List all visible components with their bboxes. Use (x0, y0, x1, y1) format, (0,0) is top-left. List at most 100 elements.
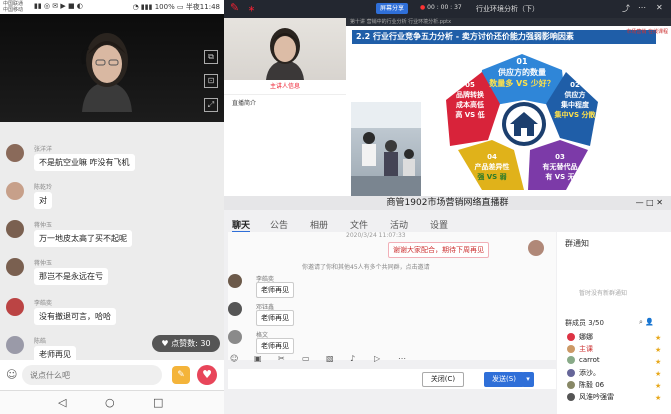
announcement-title: 群通知 (565, 239, 589, 248)
screenshot-icon[interactable]: ⊡ (204, 74, 218, 88)
member-item[interactable]: 添沙。 (567, 368, 600, 378)
chat-input-bar: ☺ ✎ ♥ (0, 360, 224, 390)
member-name: 主课 (579, 345, 593, 353)
teacher-image (81, 33, 132, 112)
invite-notice[interactable]: 你邀请了你和其他45人有多个共同群，点击邀请 (302, 262, 430, 271)
avatar (567, 345, 575, 353)
avatar (6, 298, 24, 316)
member-item[interactable]: 陈毅 06 (567, 380, 604, 390)
heart-icon: ♥ (161, 339, 172, 348)
clock: 半夜11:48 (185, 3, 220, 11)
home-icon[interactable]: ○ (105, 396, 115, 409)
member-star-icons: ★ ★ ★ ★ ★ ★ (655, 334, 662, 402)
message-bubble: 老师再见 (256, 338, 294, 354)
avatar (567, 381, 575, 389)
qq-group-title-bar: 商管1902市场营销网络直播群 — □ ✕ (224, 196, 671, 210)
force-label: 品牌转换 (456, 91, 484, 99)
avatar (6, 182, 24, 200)
close-button[interactable]: 关闭(C) (422, 372, 464, 387)
status-bar: 中国联通 中国移动 ▮▮ ◎ ✉ ▶ ■ ◐ ◔ ▮▮▮ 100% ▭ 半夜11… (0, 0, 224, 14)
member-name: carrot (579, 356, 600, 364)
force-05: 05 品牌转换 成本高低 高 VS 低 (444, 80, 496, 120)
video-icon[interactable]: ▷ (374, 354, 380, 363)
tab-album[interactable]: 相册 (310, 218, 328, 231)
heart-like-icon[interactable]: ♥ (197, 365, 217, 385)
image-icon[interactable]: ▧ (326, 354, 334, 363)
compose-area[interactable]: 关闭(C) 发送(S) ▾ (228, 369, 556, 389)
qq-group-window: 商管1902市场营销网络直播群 — □ ✕ 聊天 公告 相册 文件 活动 设置 … (224, 196, 671, 414)
recents-icon[interactable]: □ (153, 396, 163, 409)
member-item[interactable]: 风淮吟强雷 (567, 392, 614, 402)
window-controls-icon[interactable]: — □ ✕ (636, 196, 663, 210)
force-value: 强 VS 弱 (477, 173, 507, 181)
more-icon[interactable]: ⋯ (638, 3, 646, 12)
battery-level: 100% (154, 3, 175, 11)
carrier-labels: 中国联通 中国移动 (3, 1, 23, 13)
message-timestamp: 2020/3/24 11:07:33 (346, 232, 406, 239)
fullscreen-icon[interactable]: ⤢ (204, 98, 218, 112)
signal-icon: ▮▮ ◎ ✉ ▶ ■ ◐ (34, 2, 83, 10)
live-chat-list[interactable]: 张洋洋 不是航空业嘛 咋没有飞机 陈乾玲 对 蒋仲玉 万一地皮太高了买不起呢 蒋… (0, 122, 224, 360)
lecturer-sidebar: 主讲人信息 直播简介 (224, 18, 346, 196)
force-label: 供应方的数量 (498, 68, 546, 77)
phone-screen: 中国联通 中国移动 ▮▮ ◎ ✉ ▶ ■ ◐ ◔ ▮▮▮ 100% ▭ 半夜11… (0, 0, 224, 414)
desktop-screen: ✎ ＊ 屏幕分享 ● 00 : 00 : 37 行业环境分析（下） ⤴ ⋯ ✕ … (224, 0, 671, 414)
chat-input[interactable] (22, 365, 162, 385)
mic-icon[interactable]: ♪ (350, 354, 355, 363)
avatar (228, 274, 242, 288)
teacher-message: 谢谢大家配合，期待下周再见 (388, 242, 489, 258)
lecturer-info-link[interactable]: 主讲人信息 (224, 80, 346, 95)
member-name: 添沙。 (579, 369, 600, 377)
wifi-icon: ◔ ▮▮▮ (132, 3, 155, 11)
force-label: 供应方 (564, 91, 586, 99)
tab-activity[interactable]: 活动 (390, 218, 408, 231)
minimize-icon[interactable]: ⧉ (204, 50, 218, 64)
lecturer-image (266, 28, 304, 80)
search-icon[interactable]: ⌕ 👤 (639, 318, 654, 327)
screen-share-button[interactable]: 屏幕分享 (376, 3, 409, 14)
sender-name: 蒋仲玉 (34, 222, 53, 229)
gif-icon[interactable]: ▣ (254, 354, 262, 363)
classroom-photo (351, 102, 421, 196)
force-label-2: 成本高低 (456, 101, 484, 109)
gift-icon[interactable]: ✎ (172, 366, 190, 384)
force-number: 02 (570, 81, 580, 89)
force-02: 02 供应方 集中程度 集中VS 分散 (550, 80, 600, 120)
member-count: 群成员 3/50 (565, 319, 604, 327)
ppt-slide: 2.2 行业行业竞争五力分析 - 卖方讨价还价能力强弱影响因素 市场营销 在线课… (346, 26, 671, 196)
member-item[interactable]: 娜娜 (567, 332, 593, 342)
close-icon[interactable]: ✕ (656, 3, 663, 12)
tab-chat[interactable]: 聊天 (232, 218, 251, 233)
message-bubble: 老师再见 (256, 282, 294, 298)
force-value: 数量多 VS 少好？ (489, 79, 555, 88)
member-item[interactable]: carrot (567, 356, 600, 364)
android-nav-bar: ◁ ○ □ (0, 390, 224, 414)
tab-announcement[interactable]: 公告 (270, 218, 288, 231)
group-message-area[interactable]: 2020/3/24 11:07:33 谢谢大家配合，期待下周再见 你邀请了你和其… (228, 232, 556, 360)
send-button[interactable]: 发送(S) (484, 372, 524, 387)
avatar (6, 336, 24, 354)
announcement-body: 暂时没有新群通知 (579, 290, 628, 297)
more-icon[interactable]: ⋯ (398, 354, 406, 363)
send-options-icon[interactable]: ▾ (522, 372, 534, 387)
share-icon[interactable]: ⤴ (622, 3, 630, 14)
tab-settings[interactable]: 设置 (430, 218, 448, 231)
avatar (567, 369, 575, 377)
compose-toolbar: ☺ ▣ ✂ ▭ ▧ ♪ ▷ ⋯ (228, 354, 556, 368)
folder-icon[interactable]: ▭ (302, 354, 310, 363)
scissors-icon[interactable]: ✂ (278, 354, 285, 363)
tab-files[interactable]: 文件 (350, 218, 368, 231)
like-count-badge[interactable]: ♥ 点赞数: 30 (152, 335, 220, 352)
member-item[interactable]: 主课 (567, 344, 593, 354)
emoji-icon[interactable]: ☺ (230, 354, 238, 363)
sender-name: 李皓奕 (34, 300, 53, 307)
teacher-video[interactable]: ⧉ ⊡ ⤢ (0, 14, 224, 122)
slide-title: 2.2 行业行业竞争五力分析 - 卖方讨价还价能力强弱影响因素 (352, 30, 656, 44)
force-value: 有 VS 无 (545, 173, 575, 181)
avatar (6, 220, 24, 238)
back-icon[interactable]: ◁ (58, 396, 66, 409)
message-bubble: 没有撤退可言，哈哈 (34, 308, 116, 325)
share-label: 屏幕分享 (380, 5, 405, 12)
emoji-icon[interactable]: ☺ (6, 368, 17, 381)
avatar (228, 330, 242, 344)
